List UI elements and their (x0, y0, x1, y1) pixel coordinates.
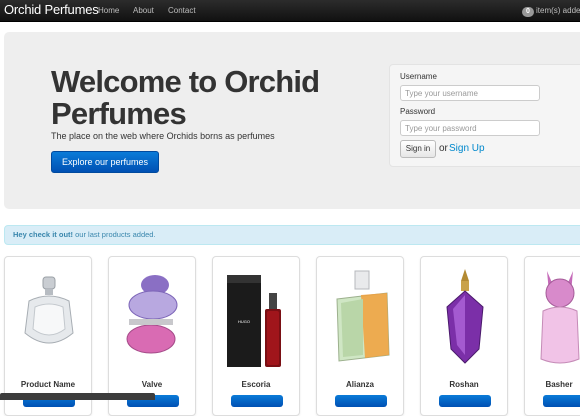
password-label: Password (400, 107, 436, 116)
login-form: Username Password Sign in or Sign Up (389, 64, 580, 167)
add-to-cart-button[interactable] (335, 395, 387, 407)
hero-title: Welcome to Orchid Perfumes (51, 64, 320, 131)
username-input[interactable] (400, 85, 540, 101)
explore-perfumes-button[interactable]: Explore our perfumes (51, 151, 159, 173)
alert-text: our last products added. (73, 230, 156, 239)
product-card[interactable]: Valve (108, 256, 196, 416)
cart-status[interactable]: 0item(s) added (522, 6, 580, 17)
product-name: Basher (545, 380, 573, 389)
hero-subtitle: The place on the web where Orchids borns… (51, 131, 275, 141)
cart-label: item(s) added (536, 6, 580, 15)
perfume-bottle-image (336, 270, 390, 362)
bottom-overlay-bar (0, 393, 155, 400)
product-card[interactable]: Product Name (4, 256, 92, 416)
brand-logo[interactable]: Orchid Perfumes (4, 2, 99, 17)
product-name: Roshan (449, 380, 479, 389)
add-to-cart-button[interactable] (543, 395, 580, 407)
add-to-cart-button[interactable] (231, 395, 283, 407)
perfume-bottle-image (540, 271, 580, 364)
info-alert: Hey check it out! our last products adde… (4, 225, 580, 245)
perfume-bottle-image (126, 275, 178, 354)
add-to-cart-button[interactable] (439, 395, 491, 407)
password-input[interactable] (400, 120, 540, 136)
nav-contact-link[interactable]: Contact (168, 6, 196, 15)
product-name: Escoria (241, 380, 271, 389)
product-name: Product Name (20, 380, 76, 389)
product-name: Alianza (345, 380, 374, 389)
perfume-bottle-image: HUGO (227, 275, 281, 367)
sign-up-link[interactable]: Sign Up (449, 143, 485, 154)
product-card[interactable]: HUGO Escoria (212, 256, 300, 416)
product-card[interactable]: Roshan (420, 256, 508, 416)
product-name: Valve (141, 380, 163, 389)
perfume-bottle-image (24, 276, 74, 344)
hero-unit: Welcome to Orchid Perfumes The place on … (4, 32, 580, 209)
top-navbar: Orchid Perfumes Home About Contact 0 item… (0, 0, 580, 22)
cart-count-badge: 0 (522, 7, 534, 17)
nav-home-link[interactable]: Home (98, 6, 119, 15)
perfume-bottle-image (446, 269, 484, 364)
or-text: or (439, 143, 448, 154)
svg-text:HUGO: HUGO (238, 319, 250, 324)
username-label: Username (400, 72, 437, 81)
product-card[interactable]: Basher (524, 256, 580, 416)
alert-strong-text: Hey check it out! (13, 230, 74, 239)
nav-about-link[interactable]: About (133, 6, 154, 15)
sign-in-button[interactable]: Sign in (400, 140, 436, 158)
product-card[interactable]: Alianza (316, 256, 404, 416)
